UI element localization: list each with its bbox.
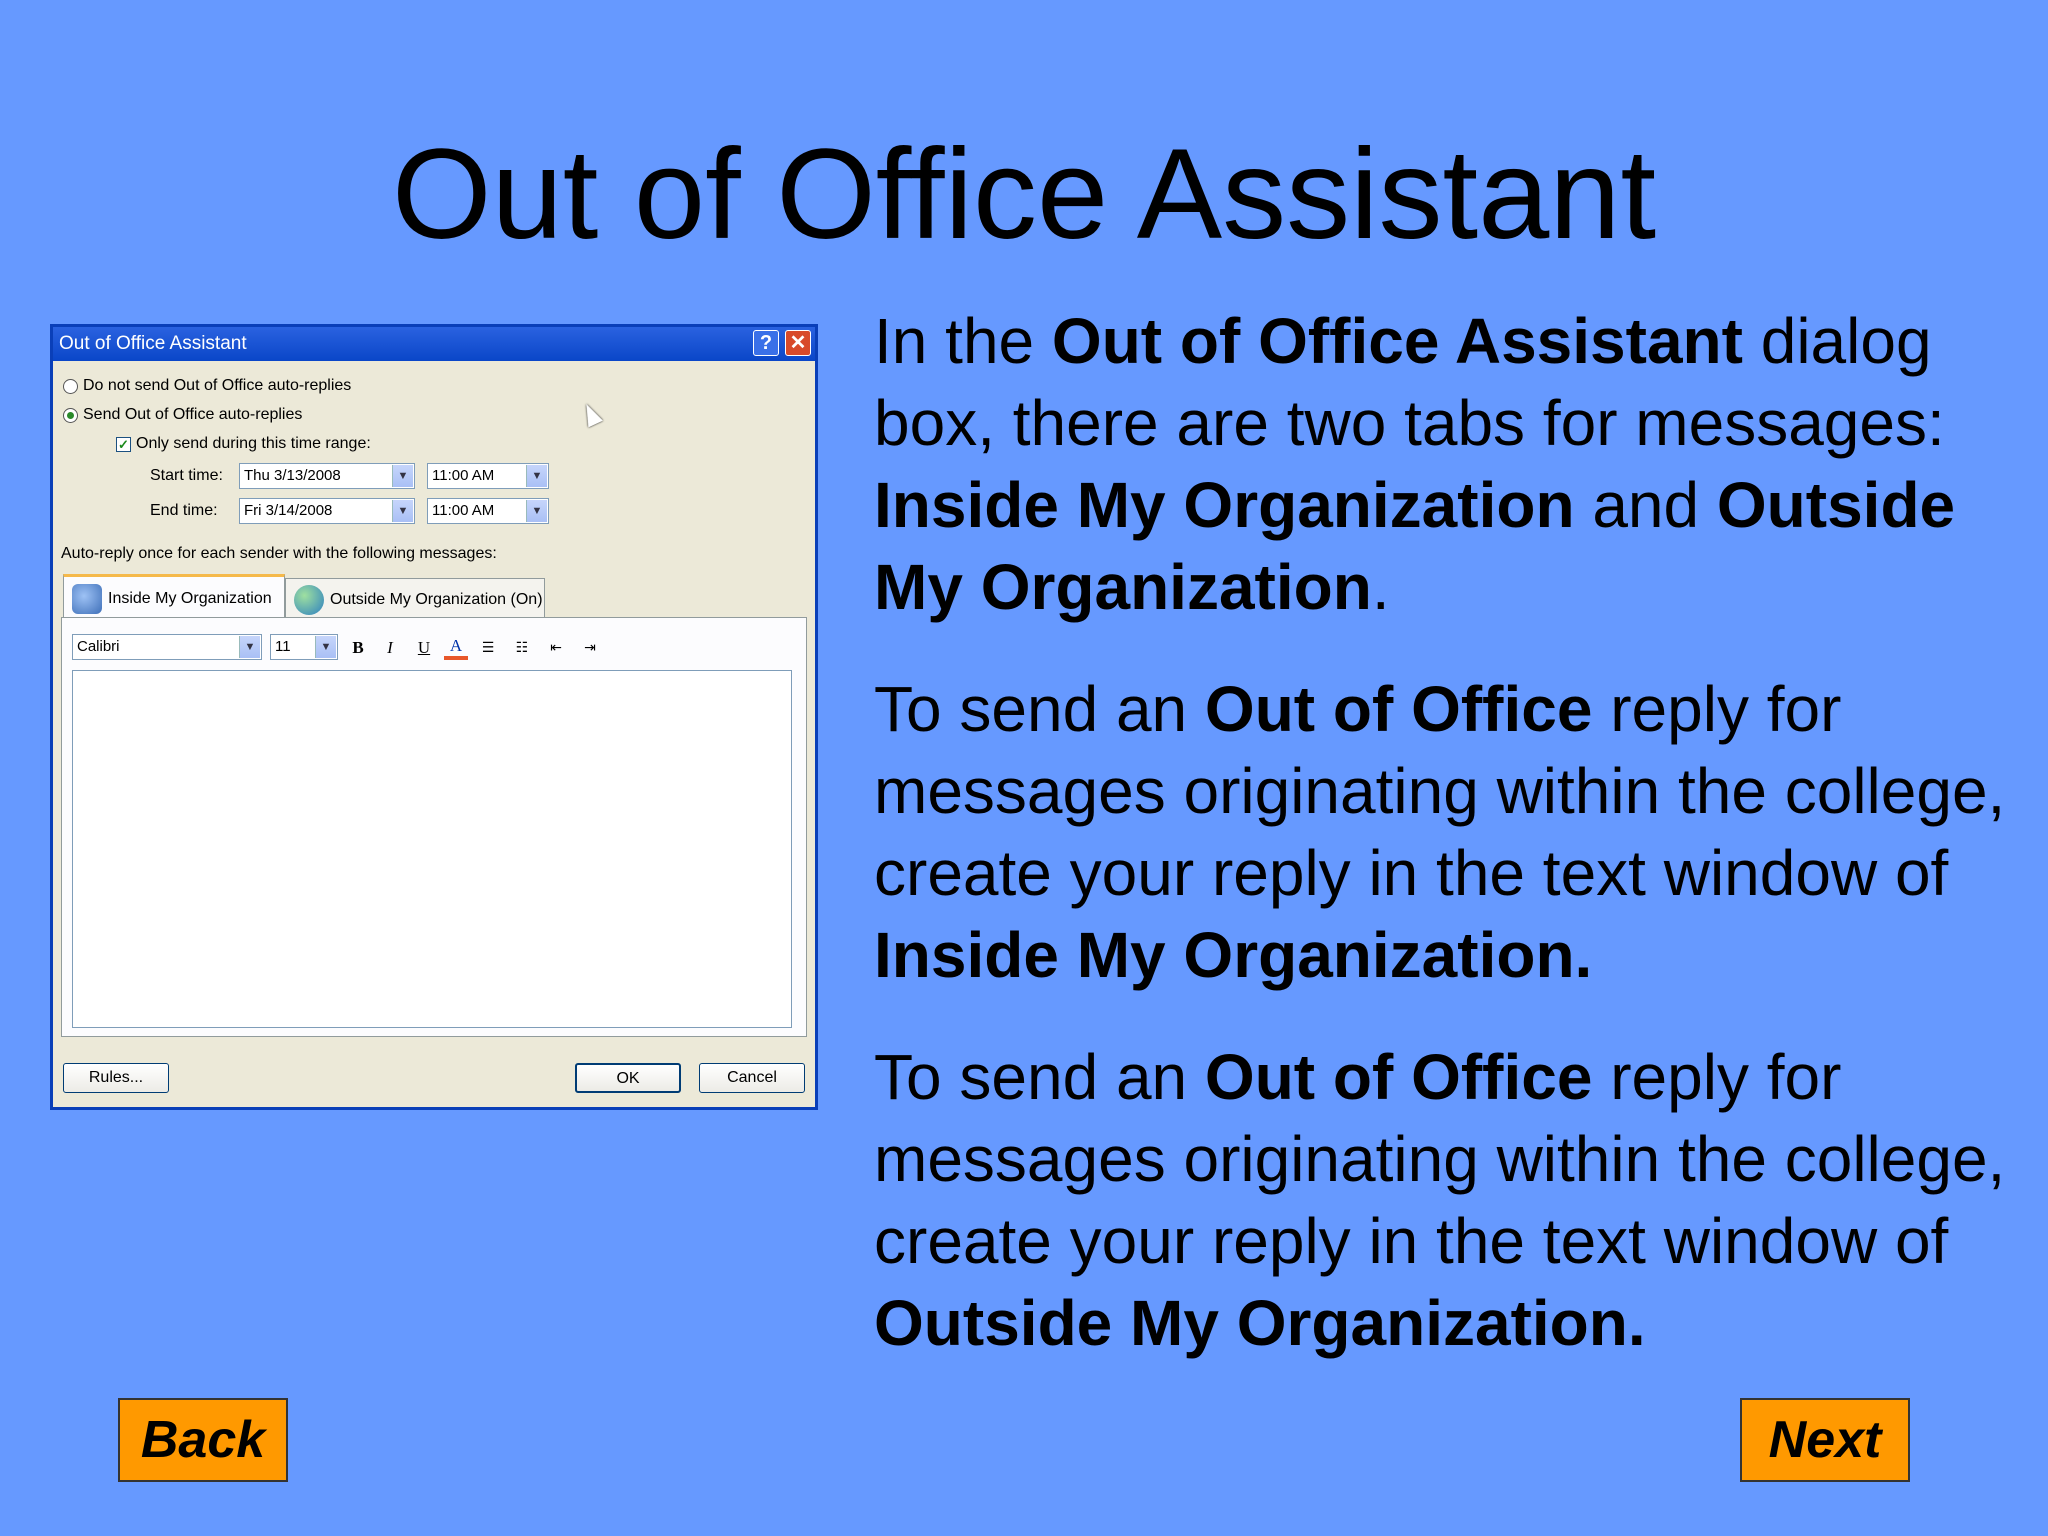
- font-name-combo[interactable]: Calibri ▼: [72, 634, 262, 660]
- start-time-value: 11:00 AM: [432, 467, 495, 484]
- tab-inside-label: Inside My Organization: [108, 589, 272, 607]
- people-icon: [72, 583, 102, 614]
- radio-do-not-send-label: Do not send Out of Office auto-replies: [83, 377, 352, 394]
- autoreply-label: Auto-reply once for each sender with the…: [61, 545, 497, 562]
- radio-off-icon[interactable]: [63, 378, 78, 394]
- paragraph-2: To send an Out of Office reply for messa…: [874, 673, 2006, 991]
- time-range-checkbox[interactable]: ✓ Only send during this time range:: [116, 435, 371, 453]
- globe-icon: [294, 584, 324, 615]
- back-button[interactable]: Back: [118, 1398, 288, 1482]
- time-range-label: Only send during this time range:: [136, 435, 371, 452]
- end-time-label: End time:: [150, 502, 218, 519]
- chevron-down-icon[interactable]: ▼: [392, 465, 413, 487]
- numbering-icon[interactable]: ☷: [510, 636, 534, 660]
- chevron-down-icon[interactable]: ▼: [526, 500, 547, 522]
- increase-indent-icon[interactable]: ⇥: [578, 636, 602, 660]
- radio-do-not-send[interactable]: Do not send Out of Office auto-replies: [63, 377, 351, 395]
- underline-icon[interactable]: U: [412, 636, 436, 660]
- end-date-combo[interactable]: Fri 3/14/2008 ▼: [239, 498, 415, 524]
- bold-icon[interactable]: B: [346, 636, 370, 660]
- reply-text-editor[interactable]: [72, 670, 792, 1028]
- start-date-value: Thu 3/13/2008: [244, 467, 341, 484]
- chevron-down-icon[interactable]: ▼: [315, 636, 336, 658]
- mouse-pointer-icon: [579, 400, 603, 428]
- decrease-indent-icon[interactable]: ⇤: [544, 636, 568, 660]
- slide-body-text: In the Out of Office Assistant dialog bo…: [874, 300, 2024, 1404]
- ok-button[interactable]: OK: [575, 1063, 681, 1093]
- chevron-down-icon[interactable]: ▼: [392, 500, 413, 522]
- help-button[interactable]: ?: [753, 330, 779, 356]
- radio-send-label: Send Out of Office auto-replies: [83, 406, 303, 423]
- end-time-combo[interactable]: 11:00 AM ▼: [427, 498, 549, 524]
- dialog-title: Out of Office Assistant: [59, 333, 247, 354]
- cancel-button[interactable]: Cancel: [699, 1063, 805, 1093]
- start-date-combo[interactable]: Thu 3/13/2008 ▼: [239, 463, 415, 489]
- out-of-office-dialog: Out of Office Assistant ? ✕ Do not send …: [50, 324, 818, 1110]
- next-button[interactable]: Next: [1740, 1398, 1910, 1482]
- font-size-value: 11: [275, 638, 291, 655]
- font-size-combo[interactable]: 11 ▼: [270, 634, 338, 660]
- start-time-combo[interactable]: 11:00 AM ▼: [427, 463, 549, 489]
- message-tab-panel: Calibri ▼ 11 ▼ B I U A ☰ ☷ ⇤ ⇥: [61, 617, 807, 1037]
- end-time-value: 11:00 AM: [432, 502, 495, 519]
- start-time-label: Start time:: [150, 467, 223, 484]
- chevron-down-icon[interactable]: ▼: [239, 636, 260, 658]
- dialog-titlebar: Out of Office Assistant ? ✕: [53, 327, 815, 361]
- radio-send[interactable]: Send Out of Office auto-replies: [63, 406, 302, 424]
- tab-inside-organization[interactable]: Inside My Organization: [63, 574, 285, 620]
- font-name-value: Calibri: [77, 638, 120, 655]
- bullets-icon[interactable]: ☰: [476, 636, 500, 660]
- tab-outside-organization[interactable]: Outside My Organization (On): [285, 578, 545, 620]
- paragraph-1: In the Out of Office Assistant dialog bo…: [874, 305, 1956, 623]
- chevron-down-icon[interactable]: ▼: [526, 465, 547, 487]
- slide-title: Out of Office Assistant: [392, 123, 1656, 266]
- checkmark-icon[interactable]: ✓: [116, 436, 131, 452]
- radio-on-icon[interactable]: [63, 407, 78, 423]
- italic-icon[interactable]: I: [378, 636, 402, 660]
- rules-button[interactable]: Rules...: [63, 1063, 169, 1093]
- end-date-value: Fri 3/14/2008: [244, 502, 333, 519]
- close-button[interactable]: ✕: [785, 330, 811, 356]
- tab-outside-label: Outside My Organization (On): [330, 590, 543, 608]
- paragraph-3: To send an Out of Office reply for messa…: [874, 1041, 2006, 1359]
- font-color-icon[interactable]: A: [444, 636, 468, 660]
